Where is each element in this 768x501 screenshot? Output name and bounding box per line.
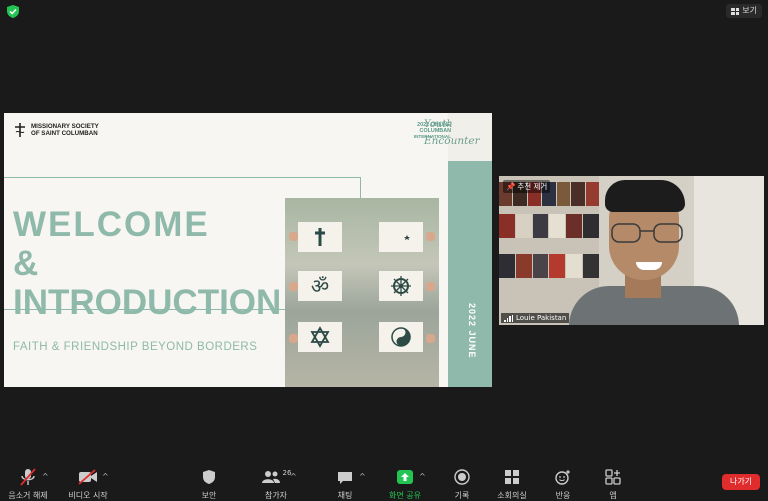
hand-graphic bbox=[289, 282, 298, 291]
chat-button[interactable]: 채팅 ^ bbox=[315, 468, 375, 501]
view-button[interactable]: 보기 bbox=[726, 4, 762, 18]
share-screen-label: 화면 공유 bbox=[389, 491, 421, 500]
pin-label: 추천 제거 bbox=[517, 182, 548, 191]
breakout-rooms-label: 소회의실 bbox=[497, 491, 527, 500]
share-screen-button[interactable]: 화면 공유 ^ bbox=[375, 468, 435, 501]
title-line-welcome: WELCOME bbox=[13, 205, 210, 244]
grid-icon bbox=[731, 7, 740, 15]
hand-graphic bbox=[289, 334, 298, 343]
participants-icon bbox=[261, 471, 280, 483]
reactions-label: 반응 bbox=[555, 491, 571, 500]
smiley-plus-icon bbox=[555, 470, 570, 485]
signal-icon bbox=[504, 314, 513, 322]
security-label: 보안 bbox=[201, 491, 217, 500]
title-line-introduction: INTRODUCTION bbox=[13, 283, 282, 322]
star-of-david-icon bbox=[298, 322, 342, 352]
columban-cross-icon bbox=[15, 123, 25, 137]
chevron-up-icon[interactable]: ^ bbox=[102, 472, 109, 481]
share-screen-icon bbox=[397, 470, 413, 484]
unmute-button[interactable]: 음소거 해제 ^ bbox=[0, 468, 58, 501]
event-script-youth: Youth bbox=[424, 119, 453, 130]
shield-icon bbox=[203, 470, 215, 484]
participant-video-tile[interactable]: 📌 추천 제거 Louie Pakistan bbox=[499, 176, 764, 325]
om-icon: ॐ bbox=[298, 271, 342, 301]
video-off-icon bbox=[78, 469, 97, 485]
record-label: 기록 bbox=[454, 491, 470, 500]
hand-graphic bbox=[426, 282, 435, 291]
cross-icon bbox=[298, 222, 342, 252]
start-video-label: 비디오 시작 bbox=[68, 491, 108, 500]
hand-graphic bbox=[426, 334, 435, 343]
title-line-ampersand: & bbox=[13, 244, 41, 283]
glasses-graphic bbox=[611, 223, 683, 243]
participants-button[interactable]: 26 참가자 ^ bbox=[246, 468, 306, 501]
event-script-encounter: Encounter bbox=[424, 135, 480, 147]
meeting-toolbar: 음소거 해제 ^ 비디오 시작 ^ 보안 26 참가자 ^ 채팅 ^ 화면 공유… bbox=[0, 462, 768, 500]
org-logo: MISSIONARY SOCIETY OF SAINT COLUMBAN bbox=[13, 123, 99, 137]
chat-icon bbox=[338, 471, 352, 484]
hand-graphic bbox=[426, 232, 435, 241]
view-label: 보기 bbox=[742, 6, 757, 15]
microphone-muted-icon bbox=[20, 468, 36, 486]
participant-name: Louie Pakistan bbox=[516, 314, 567, 322]
chat-label: 채팅 bbox=[337, 491, 353, 500]
record-icon bbox=[454, 469, 470, 485]
apps-label: 앱 bbox=[609, 491, 617, 500]
slide-vertical-date: 2022 JUNE bbox=[467, 303, 477, 359]
leave-meeting-button[interactable]: 나가기 bbox=[722, 474, 760, 490]
pin-icon: 📌 bbox=[506, 182, 516, 191]
unmute-label: 음소거 해제 bbox=[8, 491, 48, 500]
org-name-line1: MISSIONARY SOCIETY bbox=[31, 123, 99, 130]
start-video-button[interactable]: 비디오 시작 ^ bbox=[58, 468, 118, 501]
crescent-star-icon bbox=[379, 222, 423, 252]
pin-indicator[interactable]: 📌 추천 제거 bbox=[503, 180, 551, 193]
slide-title: WELCOME & INTRODUCTION bbox=[13, 205, 281, 322]
hand-graphic bbox=[289, 232, 298, 241]
apps-button[interactable]: 앱 bbox=[583, 468, 643, 501]
participants-label: 참가자 bbox=[264, 491, 288, 500]
religious-symbols-photo: ॐ bbox=[285, 198, 439, 387]
security-shield-icon[interactable] bbox=[7, 5, 19, 18]
org-name-line2: OF SAINT COLUMBAN bbox=[31, 130, 98, 137]
chevron-up-icon[interactable]: ^ bbox=[42, 472, 49, 481]
yin-yang-icon bbox=[379, 322, 423, 352]
chevron-up-icon[interactable]: ^ bbox=[290, 472, 297, 481]
slide-tagline: FAITH & FRIENDSHIP BEYOND BORDERS bbox=[13, 341, 258, 353]
dharma-wheel-icon bbox=[379, 271, 423, 301]
chevron-up-icon[interactable]: ^ bbox=[359, 472, 366, 481]
shared-screen-slide: MISSIONARY SOCIETY OF SAINT COLUMBAN 202… bbox=[4, 113, 492, 387]
security-button[interactable]: 보안 bbox=[179, 468, 239, 501]
chevron-up-icon[interactable]: ^ bbox=[419, 472, 426, 481]
apps-icon bbox=[605, 469, 621, 485]
breakout-rooms-icon bbox=[505, 470, 519, 484]
participant-name-tag: Louie Pakistan bbox=[501, 313, 570, 323]
